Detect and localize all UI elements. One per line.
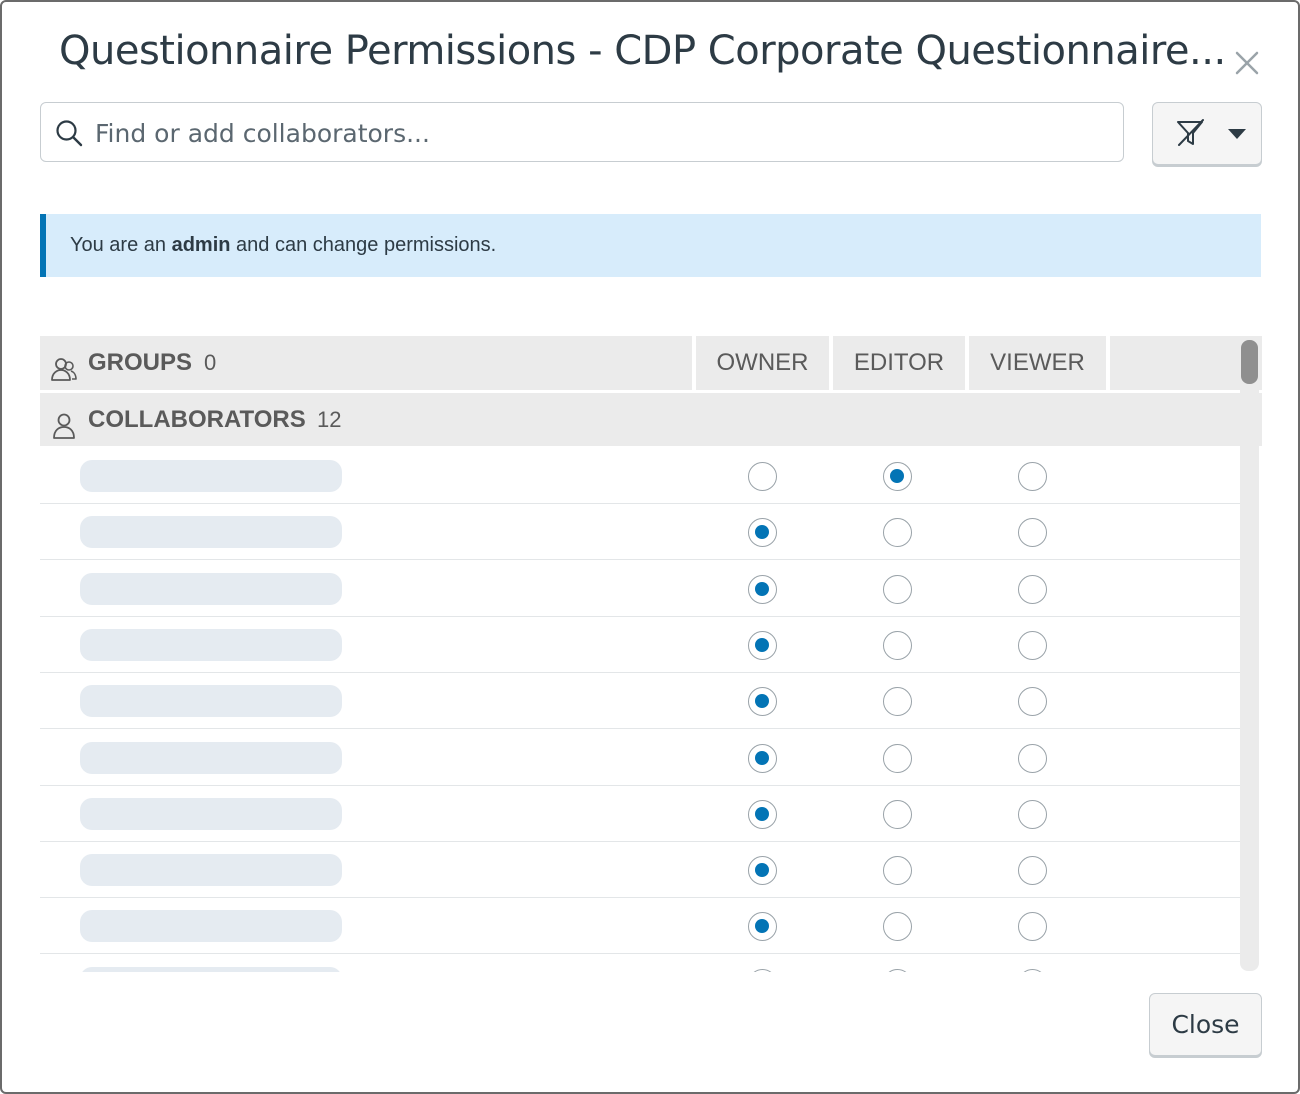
- alert-suffix: and can change permissions.: [236, 234, 497, 256]
- collaborator-row: [40, 561, 1240, 617]
- collaborator-name-placeholder: [80, 516, 342, 548]
- owner-radio[interactable]: [748, 687, 777, 716]
- collaborator-name-placeholder: [80, 967, 342, 972]
- scrollbar-thumb[interactable]: [1241, 340, 1258, 384]
- admin-info-alert: You are an admin and can change permissi…: [40, 214, 1261, 277]
- chevron-down-icon: [1227, 127, 1247, 139]
- close-x-icon[interactable]: [1232, 48, 1262, 78]
- editor-radio[interactable]: [883, 518, 912, 547]
- owner-radio[interactable]: [748, 800, 777, 829]
- collaborator-name-placeholder: [80, 742, 342, 774]
- collaborator-name-placeholder: [80, 854, 342, 886]
- editor-radio[interactable]: [883, 912, 912, 941]
- owner-radio[interactable]: [748, 969, 777, 972]
- viewer-radio[interactable]: [1018, 687, 1047, 716]
- collaborator-list: [40, 448, 1240, 972]
- column-viewer: VIEWER: [969, 336, 1106, 390]
- collaborator-row: [40, 842, 1240, 898]
- filter-button[interactable]: [1152, 102, 1262, 165]
- group-icon: [50, 349, 78, 381]
- close-button[interactable]: Close: [1149, 993, 1262, 1056]
- owner-radio[interactable]: [748, 856, 777, 885]
- collaborator-row: [40, 955, 1240, 972]
- editor-radio[interactable]: [883, 969, 912, 972]
- viewer-radio[interactable]: [1018, 518, 1047, 547]
- scrollbar-track[interactable]: [1240, 339, 1259, 971]
- permissions-table-header: GROUPS 0 OWNER EDITOR VIEWER: [40, 336, 1262, 390]
- alert-text: You are an admin and can change permissi…: [70, 234, 496, 257]
- viewer-radio[interactable]: [1018, 912, 1047, 941]
- alert-role: admin: [171, 234, 231, 256]
- viewer-radio[interactable]: [1018, 800, 1047, 829]
- collaborator-row: [40, 673, 1240, 729]
- viewer-radio[interactable]: [1018, 856, 1047, 885]
- collaborator-name-placeholder: [80, 460, 342, 492]
- dialog-title: Questionnaire Permissions - CDP Corporat…: [59, 28, 1226, 74]
- collaborators-label: COLLABORATORS: [88, 406, 306, 433]
- groups-label: GROUPS: [88, 349, 193, 376]
- viewer-radio[interactable]: [1018, 744, 1047, 773]
- editor-radio[interactable]: [883, 744, 912, 773]
- groups-section-header[interactable]: GROUPS 0: [40, 336, 692, 390]
- collaborator-row: [40, 448, 1240, 504]
- person-icon: [50, 406, 78, 439]
- groups-count: 0: [204, 350, 217, 375]
- collaborator-name-placeholder: [80, 573, 342, 605]
- collaborator-name-placeholder: [80, 798, 342, 830]
- search-input[interactable]: [93, 105, 1117, 161]
- collaborators-count: 12: [317, 407, 342, 432]
- editor-radio[interactable]: [883, 631, 912, 660]
- collaborator-name-placeholder: [80, 910, 342, 942]
- editor-radio[interactable]: [883, 575, 912, 604]
- search-icon: [55, 119, 83, 147]
- editor-radio[interactable]: [883, 856, 912, 885]
- search-box[interactable]: [40, 102, 1124, 162]
- owner-radio[interactable]: [748, 912, 777, 941]
- collaborator-name-placeholder: [80, 685, 342, 717]
- editor-radio[interactable]: [883, 800, 912, 829]
- viewer-radio[interactable]: [1018, 462, 1047, 491]
- collaborator-row: [40, 617, 1240, 673]
- collaborators-section-header[interactable]: COLLABORATORS 12: [40, 393, 1262, 446]
- column-owner: OWNER: [696, 336, 829, 390]
- editor-radio[interactable]: [883, 462, 912, 491]
- collaborator-row: [40, 786, 1240, 842]
- owner-radio[interactable]: [748, 575, 777, 604]
- viewer-radio[interactable]: [1018, 631, 1047, 660]
- collaborator-row: [40, 898, 1240, 954]
- permissions-dialog: Questionnaire Permissions - CDP Corporat…: [0, 0, 1300, 1094]
- owner-radio[interactable]: [748, 462, 777, 491]
- collaborator-row: [40, 730, 1240, 786]
- viewer-radio[interactable]: [1018, 575, 1047, 604]
- collaborator-row: [40, 504, 1240, 560]
- collaborator-name-placeholder: [80, 629, 342, 661]
- alert-prefix: You are an: [70, 234, 167, 256]
- filter-off-icon: [1175, 117, 1207, 149]
- owner-radio[interactable]: [748, 631, 777, 660]
- viewer-radio[interactable]: [1018, 969, 1047, 972]
- owner-radio[interactable]: [748, 518, 777, 547]
- column-editor: EDITOR: [833, 336, 965, 390]
- owner-radio[interactable]: [748, 744, 777, 773]
- editor-radio[interactable]: [883, 687, 912, 716]
